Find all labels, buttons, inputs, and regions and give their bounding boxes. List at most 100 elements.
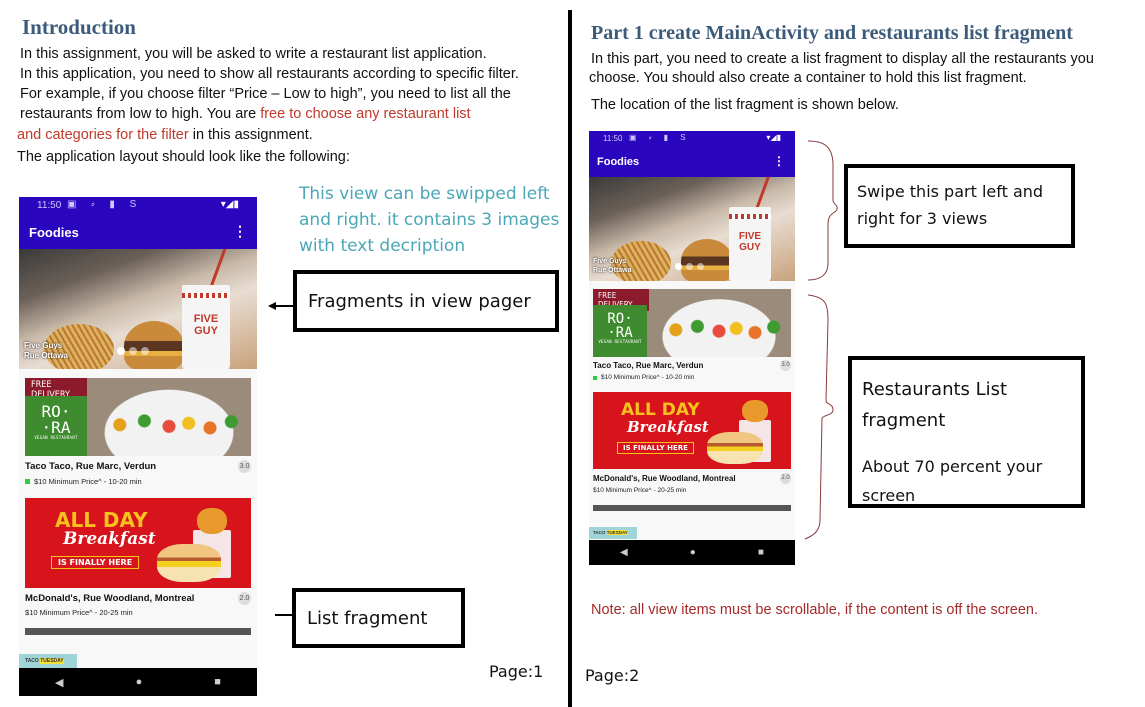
callout-view-pager-text: Fragments in view pager bbox=[308, 291, 531, 312]
peek-item-text: TACO bbox=[593, 530, 606, 535]
hero-caption-name: Five Guys bbox=[593, 258, 627, 265]
pager-dot[interactable] bbox=[129, 347, 137, 355]
callout-line: Swipe this part left and bbox=[857, 182, 1044, 201]
callout-list-fragment: List fragment bbox=[292, 588, 465, 648]
annotation-line: This view can be swipped left bbox=[299, 184, 550, 204]
overflow-menu-icon[interactable]: ⋮ bbox=[773, 154, 785, 168]
pager-dot[interactable] bbox=[141, 347, 149, 355]
page1-intro-line1: In this assignment, you will be asked to… bbox=[20, 46, 487, 62]
callout-restaurants-list-title: Restaurants List fragment bbox=[862, 374, 1007, 436]
page1-intro-line6: The application layout should look like … bbox=[17, 149, 350, 165]
recents-icon[interactable]: ■ bbox=[214, 676, 221, 688]
burger-image bbox=[681, 239, 733, 281]
hero-caption-street: Rue Ottawa bbox=[593, 267, 632, 275]
peek-item-highlight: TUESDAY bbox=[40, 658, 64, 664]
peek-list-item[interactable]: TACO TUESDAY bbox=[589, 527, 637, 539]
home-icon[interactable]: ● bbox=[690, 547, 696, 558]
app-bar: Foodies ⋮ bbox=[589, 147, 795, 177]
view-pager-hero[interactable]: FIVE GUY Five Guys Rue Ottawa bbox=[19, 249, 257, 369]
restaurant-name[interactable]: McDonald's, Rue Woodland, Montreal bbox=[25, 593, 194, 604]
muffin-image bbox=[157, 544, 221, 582]
promo-finally-here: IS FINALLY HERE bbox=[617, 442, 694, 454]
restaurant-name[interactable]: Taco Taco, Rue Marc, Verdun bbox=[593, 361, 703, 370]
open-status-icon bbox=[593, 375, 597, 380]
annotation-line: and right. it contains 3 images bbox=[299, 210, 560, 230]
logo-line1: RO· bbox=[607, 311, 633, 327]
logo-line2: ·RA bbox=[41, 418, 71, 437]
restaurant-meta: $10 Minimum Price^ - 20-25 min bbox=[593, 487, 686, 494]
promo-breakfast: Breakfast bbox=[627, 418, 709, 436]
loading-image-placeholder bbox=[593, 505, 791, 511]
status-time: 11:50 bbox=[37, 200, 62, 211]
hashbrown-image bbox=[742, 400, 768, 422]
page2-intro-line3: The location of the list fragment is sho… bbox=[591, 97, 899, 113]
view-pager-hero[interactable]: FIVE GUY Five Guys Rue Ottawa bbox=[589, 177, 795, 281]
phone-mockup-1: 11:50 ▣ ⸗ ▮ S ▾◢▮ Foodies ⋮ FIVE GUY Fiv… bbox=[19, 197, 257, 696]
status-notification-icons: ▣ ⸗ ▮ S bbox=[629, 133, 691, 142]
restaurant-title-row: McDonald's, Rue Woodland, Montreal 2.0 bbox=[25, 592, 251, 605]
straw-image bbox=[209, 249, 228, 289]
pager-dot-active[interactable] bbox=[675, 263, 682, 270]
highlighted-text: free to choose any restaurant list bbox=[260, 106, 471, 122]
page1-intro-line3: For example, if you choose filter “Price… bbox=[20, 86, 511, 102]
rating-badge: 3.0 bbox=[238, 460, 251, 473]
hero-caption: Five Guys Rue Ottawa bbox=[24, 341, 68, 362]
pager-dot[interactable] bbox=[686, 263, 693, 270]
restaurant-name[interactable]: Taco Taco, Rue Marc, Verdun bbox=[25, 461, 156, 472]
pager-dot[interactable] bbox=[697, 263, 704, 270]
rora-logo: RO· ·RA VEGAN RESTAURANT bbox=[25, 396, 87, 456]
page-divider bbox=[568, 10, 572, 707]
status-bar: 11:50 ▣ ⸗ ▮ S ▾◢▮ bbox=[589, 131, 795, 147]
app-title: Foodies bbox=[29, 225, 79, 240]
bracket-annotations bbox=[804, 140, 838, 540]
pager-dots bbox=[117, 347, 149, 355]
intro-text: restaurants from low to high. You are bbox=[20, 106, 261, 122]
restaurant-image-mcdonalds[interactable]: ALL DAY Breakfast IS FINALLY HERE bbox=[593, 392, 791, 469]
callout-restaurants-list-note: About 70 percent your screen bbox=[862, 452, 1042, 510]
home-icon[interactable]: ● bbox=[136, 676, 143, 688]
restaurant-title-row: Taco Taco, Rue Marc, Verdun 3.0 bbox=[593, 360, 791, 371]
hero-caption-name: Five Guys bbox=[24, 341, 63, 350]
page2-heading: Part 1 create MainActivity and restauran… bbox=[591, 22, 1073, 44]
overflow-menu-icon[interactable]: ⋮ bbox=[233, 223, 247, 240]
status-time: 11:50 bbox=[603, 134, 623, 143]
back-icon[interactable]: ◀ bbox=[55, 676, 63, 689]
restaurant-image-mcdonalds[interactable]: ALL DAY Breakfast IS FINALLY HERE bbox=[25, 498, 251, 588]
cup-brand: FIVE GUY bbox=[193, 313, 219, 337]
skewer-image bbox=[87, 378, 251, 456]
promo-all-day: ALL DAY bbox=[621, 400, 700, 420]
cup-pattern bbox=[182, 293, 230, 298]
logo-sub: VEGAN RESTAURANT bbox=[34, 435, 78, 440]
restaurant-name[interactable]: McDonald's, Rue Woodland, Montreal bbox=[593, 474, 736, 483]
status-notification-icons: ▣ ⸗ ▮ S bbox=[67, 199, 143, 210]
peek-list-item[interactable]: TACO TUESDAY bbox=[19, 654, 77, 668]
cup-image: FIVE GUY bbox=[182, 285, 230, 369]
pager-dots bbox=[675, 263, 704, 270]
restaurant-image-rora[interactable]: FREE DELIVERY RO· ·RA VEGAN RESTAURANT bbox=[25, 378, 251, 456]
rating-badge: 2.0 bbox=[238, 592, 251, 605]
bracket-list bbox=[804, 294, 834, 540]
promo-breakfast: Breakfast bbox=[63, 529, 156, 549]
page1-intro-line4: restaurants from low to high. You are fr… bbox=[20, 104, 471, 124]
peek-item-highlight: TUESDAY bbox=[606, 530, 628, 535]
promo-finally-here: IS FINALLY HERE bbox=[51, 556, 140, 569]
page1-heading: Introduction bbox=[22, 15, 136, 39]
page1-intro-line5: and categories for the filter in this as… bbox=[17, 125, 313, 145]
page2-intro-line1: In this part, you need to create a list … bbox=[591, 51, 1094, 67]
restaurant-image-rora[interactable]: FREE DELIVERY RO· ·RA VEGAN RESTAURANT bbox=[593, 289, 791, 357]
arrow-line bbox=[275, 305, 294, 307]
peek-item-text: TACO bbox=[25, 658, 39, 664]
callout-swipe: Swipe this part left and right for 3 vie… bbox=[844, 164, 1075, 248]
rora-logo: RO· ·RA VEGAN RESTAURANT bbox=[593, 305, 647, 357]
pager-dot-active[interactable] bbox=[117, 347, 125, 355]
swipe-annotation: This view can be swipped left and right.… bbox=[299, 181, 559, 259]
back-icon[interactable]: ◀ bbox=[620, 547, 628, 558]
restaurant-meta-text: $10 Minimum Price^ - 20-25 min bbox=[593, 487, 687, 494]
phone-mockup-2: 11:50 ▣ ⸗ ▮ S ▾◢▮ Foodies ⋮ FIVE GUY Fiv… bbox=[589, 131, 795, 565]
restaurant-title-row: Taco Taco, Rue Marc, Verdun 3.0 bbox=[25, 460, 251, 473]
recents-icon[interactable]: ■ bbox=[758, 547, 764, 558]
restaurant-meta-text: $10 Minimum Price^ - 10-20 min bbox=[601, 374, 695, 381]
annotation-line: with text decription bbox=[299, 236, 466, 256]
open-status-icon bbox=[25, 479, 30, 484]
rating-badge: 3.0 bbox=[780, 360, 791, 371]
